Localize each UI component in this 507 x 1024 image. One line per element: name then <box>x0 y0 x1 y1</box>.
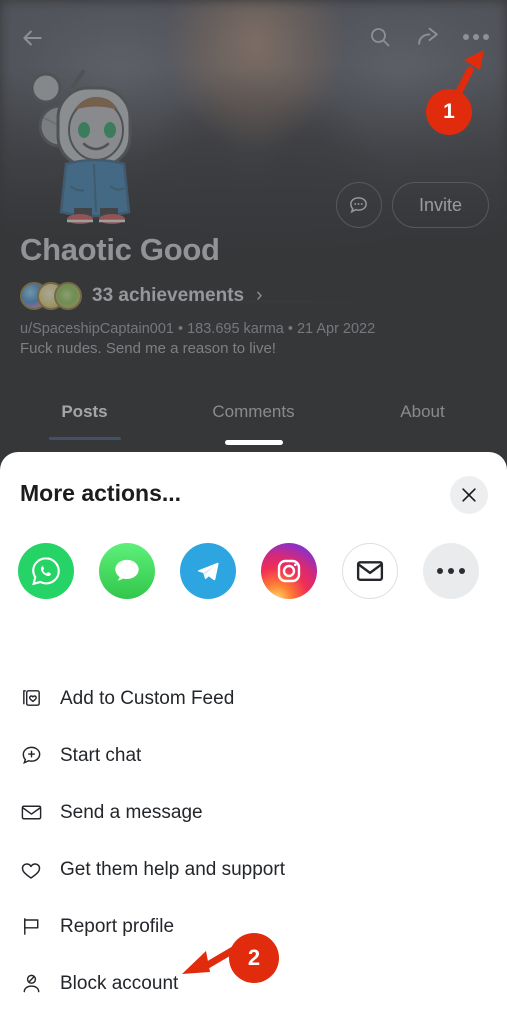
envelope-icon <box>18 800 44 826</box>
start-chat-menu-item[interactable]: Start chat <box>0 727 507 784</box>
share-telegram-button[interactable] <box>180 543 236 599</box>
instagram-icon <box>277 559 301 583</box>
custom-feed-icon <box>18 686 44 712</box>
email-icon <box>356 561 384 581</box>
menu-item-label: Start chat <box>60 744 142 766</box>
reddit-profile-screen: Invite Chaotic Good 33 achievements › u/… <box>0 0 507 1024</box>
share-messages-button[interactable] <box>99 543 155 599</box>
send-a-message-menu-item[interactable]: Send a message <box>0 784 507 841</box>
share-whatsapp-button[interactable] <box>18 543 74 599</box>
telegram-icon <box>197 562 219 581</box>
menu-item-label: Block account <box>60 972 179 994</box>
menu-item-label: Add to Custom Feed <box>60 687 235 709</box>
share-instagram-button[interactable] <box>261 543 317 599</box>
block-user-icon <box>18 971 44 997</box>
menu-item-label: Report profile <box>60 915 175 937</box>
get-help-and-support-menu-item[interactable]: Get them help and support <box>0 841 507 898</box>
annotation-badge-1: 1 <box>426 89 472 135</box>
add-to-custom-feed-menu-item[interactable]: Add to Custom Feed <box>0 670 507 727</box>
menu-item-label: Get them help and support <box>60 858 285 880</box>
share-email-button[interactable] <box>342 543 398 599</box>
close-button[interactable] <box>450 476 488 514</box>
share-targets-row <box>18 543 479 599</box>
imessage-icon <box>115 559 139 581</box>
sheet-title: More actions... <box>20 480 182 506</box>
sheet-drag-handle[interactable] <box>224 440 283 445</box>
heart-icon <box>18 857 44 883</box>
chat-plus-icon <box>18 743 44 769</box>
share-more-button[interactable] <box>423 543 479 599</box>
annotation-badge-2: 2 <box>229 933 279 983</box>
close-icon <box>462 488 476 502</box>
whatsapp-icon <box>32 557 60 586</box>
menu-item-label: Send a message <box>60 801 203 823</box>
more-options-icon <box>437 568 465 574</box>
flag-icon <box>18 914 44 940</box>
